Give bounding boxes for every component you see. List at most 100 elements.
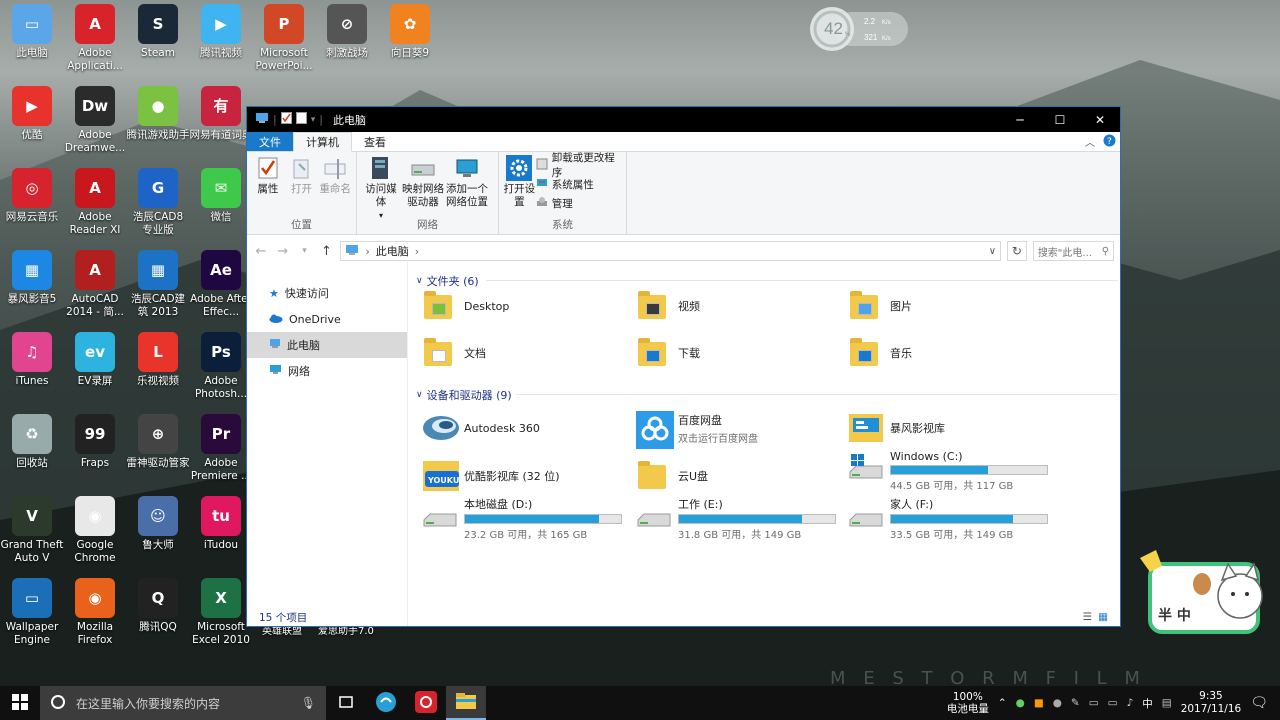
tray-app-icon[interactable]: ✎ <box>1071 697 1080 709</box>
volume-icon[interactable]: ♪ <box>1127 697 1134 709</box>
desktop-icon[interactable]: Ps Adobe Photosh... <box>189 330 253 410</box>
ime-indicator[interactable]: 中 <box>1142 696 1153 711</box>
taskbar-file-explorer[interactable] <box>446 686 486 720</box>
tray-app-icon[interactable]: ▭ <box>1089 697 1099 709</box>
desktop-icon[interactable]: ▭ Wallpaper Engine <box>0 576 64 656</box>
devices-section-header[interactable]: ∨ 设备和驱动器 (9) <box>416 387 1118 403</box>
folder-item[interactable]: 文档 <box>422 336 486 370</box>
desktop-icon[interactable]: ✉ 微信 <box>189 166 253 246</box>
folder-item[interactable]: 视频 <box>636 289 700 323</box>
desktop-icon[interactable]: X Microsoft Excel 2010 <box>189 576 253 656</box>
tab-file[interactable]: 文件 <box>247 132 293 151</box>
desktop-icon[interactable]: ▶ 腾讯视频 <box>189 2 253 82</box>
drive-item[interactable]: 家人 (F:) 33.5 GB 可用，共 149 GB <box>848 496 1048 541</box>
collapse-ribbon-icon[interactable]: ︿ <box>1085 134 1095 149</box>
desktop-icon[interactable]: 99 Fraps <box>63 412 127 492</box>
clock[interactable]: 9:35 2017/11/16 <box>1181 690 1242 716</box>
desktop-icon[interactable]: ♫ iTunes <box>0 330 64 410</box>
properties-icon[interactable] <box>280 112 292 127</box>
chevron-down-icon[interactable]: ∨ <box>989 246 996 257</box>
battery-indicator[interactable]: 100% 电池电量 <box>947 691 989 715</box>
keyboard-icon[interactable]: ▤ <box>1162 697 1172 709</box>
desktop-icon[interactable]: L 乐视视频 <box>126 330 190 410</box>
tray-app-icon[interactable]: ● <box>1016 697 1025 709</box>
taskbar-browser[interactable] <box>366 686 406 720</box>
device-cloud-usb[interactable]: 云U盘 <box>636 459 708 493</box>
maximize-button[interactable]: ☐ <box>1040 107 1080 132</box>
desktop-icon[interactable]: ⊕ 雷神驱动管家 <box>126 412 190 492</box>
folder-item[interactable]: Desktop <box>422 289 509 323</box>
desktop-icon[interactable]: ♻ 回收站 <box>0 412 64 492</box>
desktop-icon[interactable]: ◉ Google Chrome <box>63 494 127 574</box>
file-explorer-window[interactable]: | ▾ | 此电脑 ─ ☐ ✕ 文件 计算机 查看 ︿ ? 属性 打开 重命名 … <box>246 106 1121 627</box>
drive-item[interactable]: 本地磁盘 (D:) 23.2 GB 可用，共 165 GB <box>422 496 622 541</box>
tray-up-arrow-icon[interactable]: ⌃ <box>998 697 1007 709</box>
manage-button[interactable]: 管理 <box>536 195 622 211</box>
start-button[interactable] <box>0 686 40 720</box>
desktop-icon[interactable]: A Adobe Reader XI <box>63 166 127 246</box>
taskbar-search-box[interactable]: 在这里输入你要搜索的内容 🎙 <box>40 686 326 720</box>
drive-item[interactable]: 工作 (E:) 31.8 GB 可用，共 149 GB <box>636 496 836 541</box>
desktop-icon[interactable]: Ae Adobe After Effec... <box>189 248 253 328</box>
new-folder-icon[interactable] <box>295 112 307 127</box>
nav-item-quick-access[interactable]: ★ 快速访问 <box>247 280 407 306</box>
search-input[interactable]: 搜索"此电... ⚲ <box>1032 241 1115 261</box>
desktop-icon[interactable]: ▦ 暴风影音5 <box>0 248 64 328</box>
tray-app-icon[interactable]: ● <box>1053 697 1062 709</box>
device-autodesk-360[interactable]: Autodesk 360 <box>422 411 540 445</box>
device-baofeng-library[interactable]: 暴风影视库 <box>848 411 945 445</box>
address-bar[interactable]: › 此电脑 › ∨ <box>340 241 1002 261</box>
nav-item-network[interactable]: 网络 <box>247 358 407 384</box>
device-youku-library[interactable]: YOUKU 优酷影视库 (32 位) <box>422 459 560 493</box>
desktop-icon[interactable]: ▭ 此电脑 <box>0 2 64 82</box>
folder-item[interactable]: 下载 <box>636 336 700 370</box>
desktop-icon[interactable]: A AutoCAD 2014 - 简... <box>63 248 127 328</box>
desktop-icon[interactable]: ☺ 鲁大师 <box>126 494 190 574</box>
desktop-icon[interactable]: tu iTudou <box>189 494 253 574</box>
desktop-icon[interactable]: Dw Adobe Dreamwe... <box>63 84 127 164</box>
title-bar[interactable]: | ▾ | 此电脑 ─ ☐ ✕ <box>247 107 1120 132</box>
breadcrumb[interactable]: 此电脑 <box>376 243 409 259</box>
desktop-icon[interactable]: ● 腾讯游戏助手 <box>126 84 190 164</box>
drive-item[interactable]: Windows (C:) 44.5 GB 可用，共 117 GB <box>848 450 1048 492</box>
desktop-icon[interactable]: G 浩辰CAD8 专业版 <box>126 166 190 246</box>
tab-view[interactable]: 查看 <box>352 132 398 151</box>
desktop-icon[interactable]: A Adobe Applicati... <box>63 2 127 82</box>
desktop-icon[interactable]: ✿ 向日葵9 <box>378 2 442 82</box>
refresh-button[interactable]: ↻ <box>1007 241 1027 261</box>
recent-chevron-icon[interactable]: ▾ <box>297 246 313 256</box>
tab-computer[interactable]: 计算机 <box>293 132 352 152</box>
desktop-icon[interactable]: ev EV录屏 <box>63 330 127 410</box>
tray-app-icon[interactable]: ■ <box>1034 697 1044 709</box>
folders-section-header[interactable]: ∨ 文件夹 (6) <box>416 273 1118 289</box>
help-icon[interactable]: ? <box>1103 134 1116 150</box>
desktop-icon[interactable]: 有网易有道词典 <box>189 84 253 164</box>
minimize-button[interactable]: ─ <box>1000 107 1040 132</box>
task-view-button[interactable] <box>326 686 366 720</box>
desktop-icon[interactable]: ▶ 优酷 <box>0 84 64 164</box>
desktop-icon[interactable]: ◉ Mozilla Firefox <box>63 576 127 656</box>
desktop-icon[interactable]: ◎ 网易云音乐 <box>0 166 64 246</box>
chevron-down-icon[interactable]: ▾ <box>311 115 316 125</box>
desktop-icon[interactable]: ▦ 浩辰CAD建筑 2013 <box>126 248 190 328</box>
taskbar-netease-music[interactable] <box>406 686 446 720</box>
desktop-icon[interactable]: V Grand Theft Auto V <box>0 494 64 574</box>
system-properties-button[interactable]: 系统属性 <box>536 176 622 192</box>
desktop-icon[interactable]: ⊘ 刺激战场 <box>315 2 379 82</box>
desktop-icon[interactable]: S Steam <box>126 2 190 82</box>
desktop-icon[interactable]: Pr Adobe Premiere ... <box>189 412 253 492</box>
forward-arrow-icon[interactable]: → <box>275 244 291 259</box>
desktop-icon[interactable]: Q 腾讯QQ <box>126 576 190 656</box>
close-button[interactable]: ✕ <box>1080 107 1120 132</box>
network-icon[interactable]: ▭ <box>1108 697 1118 709</box>
notification-icon[interactable]: 🗨 <box>1250 695 1268 711</box>
large-icons-view-icon[interactable]: ▦ <box>1098 611 1108 623</box>
back-arrow-icon[interactable]: ← <box>253 244 269 259</box>
desktop-icon[interactable]: P Microsoft PowerPoi... <box>252 2 316 82</box>
microphone-icon[interactable]: 🎙 <box>301 696 316 710</box>
nav-item-onedrive[interactable]: OneDrive <box>247 306 407 332</box>
folder-item[interactable]: 音乐 <box>848 336 912 370</box>
network-speed-widget[interactable]: 42 % 2.2 K/s 321 K/s <box>808 6 908 52</box>
device-baidu-netdisk[interactable]: 百度网盘 双击运行百度网盘 <box>636 411 758 449</box>
up-arrow-icon[interactable]: ↑ <box>318 244 334 259</box>
